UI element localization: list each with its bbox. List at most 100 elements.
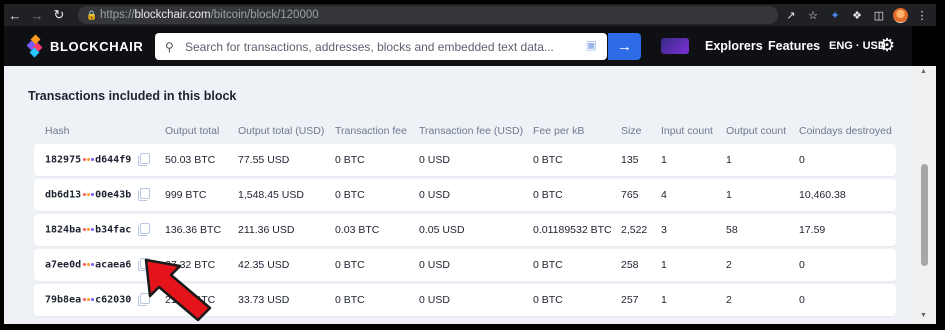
table-cell-fee: 0.03 BTC [335, 224, 380, 236]
table-cell-size: 135 [621, 154, 639, 166]
puzzle-icon[interactable]: ❖ [849, 7, 865, 23]
share-icon[interactable]: ↗ [783, 7, 799, 23]
nav-explorers[interactable]: Explorers [705, 39, 763, 53]
table-cell-output-total: 50.03 BTC [165, 154, 216, 166]
scroll-down-icon[interactable]: ▼ [920, 312, 927, 319]
address-bar[interactable]: 🔒 https://blockchair.com/bitcoin/block/1… [78, 6, 778, 24]
browser-toolbar: ← → ↻ 🔒 https://blockchair.com/bitcoin/b… [4, 4, 936, 26]
table-cell-inputs: 4 [661, 189, 667, 201]
camera-icon[interactable]: ▣ [586, 38, 597, 52]
table-cell-outputs: 2 [726, 294, 732, 306]
table-cell-outputs: 58 [726, 224, 738, 236]
table-row: 182975 d644f9 50.03 BTC 77.55 USD 0 BTC 0 USD… [34, 144, 896, 176]
copy-icon[interactable] [138, 153, 150, 166]
table-cell-inputs: 3 [661, 224, 667, 236]
copy-icon[interactable] [138, 188, 150, 201]
blockchair-logo-icon [26, 34, 44, 58]
star-icon[interactable]: ☆ [805, 7, 821, 23]
ellipsis-dots-icon [82, 154, 94, 165]
lock-icon: 🔒 [86, 9, 98, 20]
gear-icon[interactable]: ⚙ [879, 36, 898, 55]
hash-start: 1824ba [45, 224, 82, 236]
table-row: db6d13 00e43b 999 BTC 1,548.45 USD 0 BTC 0 US… [34, 179, 896, 211]
reload-icon[interactable]: ↻ [48, 4, 70, 26]
table-cell-fee-usd: 0 USD [419, 259, 450, 271]
search-placeholder: Search for transactions, addresses, bloc… [185, 39, 554, 54]
arrow-right-icon: → [617, 38, 632, 55]
forward-arrow-icon[interactable]: → [26, 4, 48, 26]
table-cell-size: 258 [621, 259, 639, 271]
annotation-arrow-icon [144, 258, 212, 322]
transaction-hash-link[interactable]: 182975 d644f9 [45, 154, 131, 166]
logo[interactable]: BLOCKCHAIR [26, 34, 144, 58]
transaction-hash-link[interactable]: 79b8ea c62030 [45, 294, 131, 306]
table-cell-fee-per-kb: 0.01189532 BTC [533, 224, 612, 236]
column-header[interactable]: Output count [726, 125, 786, 137]
hash-end: c62030 [95, 294, 132, 306]
hash-start: db6d13 [45, 189, 82, 201]
side-panel-icon[interactable]: ◫ [871, 7, 887, 23]
column-header[interactable]: Coindays destroyed [799, 125, 892, 137]
url-path: /bitcoin/block/120000 [210, 9, 319, 21]
table-cell-fee: 0 BTC [335, 259, 365, 271]
section-title: Transactions included in this block [28, 89, 237, 103]
hash-start: 79b8ea [45, 294, 82, 306]
table-cell-outputs: 1 [726, 189, 732, 201]
table-cell-inputs: 1 [661, 154, 667, 166]
table-cell-size: 257 [621, 294, 639, 306]
column-header[interactable]: Transaction fee [335, 125, 407, 137]
ellipsis-dots-icon [82, 189, 94, 200]
transaction-hash-link[interactable]: 1824ba b34fac [45, 224, 131, 236]
scroll-up-icon[interactable]: ▲ [920, 68, 927, 75]
column-header[interactable]: Hash [45, 125, 70, 137]
column-header[interactable]: Output total (USD) [238, 125, 324, 137]
transaction-hash-link[interactable]: a7ee0d acaea6 [45, 259, 131, 271]
url-scheme: https:// [100, 9, 135, 21]
table-cell-inputs: 1 [661, 294, 667, 306]
column-header[interactable]: Fee per kB [533, 125, 584, 137]
profile-avatar[interactable] [893, 7, 908, 23]
promo-badge[interactable] [661, 38, 689, 54]
menu-kebab-icon[interactable]: ⋮ [914, 7, 930, 23]
nav-features[interactable]: Features [768, 39, 820, 53]
table-cell-fee-per-kb: 0 BTC [533, 259, 563, 271]
logo-text: BLOCKCHAIR [50, 38, 144, 54]
table-row: 1824ba b34fac 136.36 BTC 211.36 USD 0.03 BTC… [34, 214, 896, 246]
column-header[interactable]: Input count [661, 125, 713, 137]
table-cell-output-total: 999 BTC [165, 189, 207, 201]
extension-feather-icon[interactable]: ✦ [827, 7, 843, 23]
hash-end: 00e43b [95, 189, 132, 201]
table-cell-fee-usd: 0 USD [419, 294, 450, 306]
search-icon: ⚲ [165, 39, 174, 54]
table-cell-fee-per-kb: 0 BTC [533, 189, 563, 201]
url-host: blockchair.com [134, 9, 211, 21]
language-currency-selector[interactable]: ENG · USD [829, 40, 886, 52]
scrollbar-thumb[interactable] [921, 164, 928, 266]
table-cell-fee: 0 BTC [335, 189, 365, 201]
table-cell-size: 765 [621, 189, 639, 201]
column-header[interactable]: Size [621, 125, 641, 137]
column-header[interactable]: Transaction fee (USD) [419, 125, 523, 137]
table-cell-coindays: 0 [799, 294, 805, 306]
table-cell-outputs: 2 [726, 259, 732, 271]
table-cell-coindays: 0 [799, 154, 805, 166]
search-input[interactable]: ⚲ Search for transactions, addresses, bl… [155, 33, 607, 60]
table-cell-coindays: 10,460.38 [799, 189, 846, 201]
table-cell-output-usd: 1,548.45 USD [238, 189, 304, 201]
table-cell-fee-per-kb: 0 BTC [533, 154, 563, 166]
table-header: Hash Output total Output total (USD) Tra… [28, 114, 900, 144]
column-header[interactable]: Output total [165, 125, 219, 137]
hash-end: b34fac [95, 224, 132, 236]
transaction-hash-link[interactable]: db6d13 00e43b [45, 189, 131, 201]
page-scrollbar[interactable]: ▲ ▼ [912, 66, 936, 324]
table-cell-inputs: 1 [661, 259, 667, 271]
table-cell-output-usd: 42.35 USD [238, 259, 290, 271]
site-header: BLOCKCHAIR ⚲ Search for transactions, ad… [4, 26, 912, 66]
table-cell-fee-per-kb: 0 BTC [533, 294, 563, 306]
search-submit-button[interactable]: → [608, 33, 641, 60]
copy-icon[interactable] [138, 223, 150, 236]
table-cell-fee: 0 BTC [335, 294, 365, 306]
table-cell-output-usd: 77.55 USD [238, 154, 290, 166]
back-arrow-icon[interactable]: ← [4, 4, 26, 26]
hash-end: d644f9 [95, 154, 132, 166]
